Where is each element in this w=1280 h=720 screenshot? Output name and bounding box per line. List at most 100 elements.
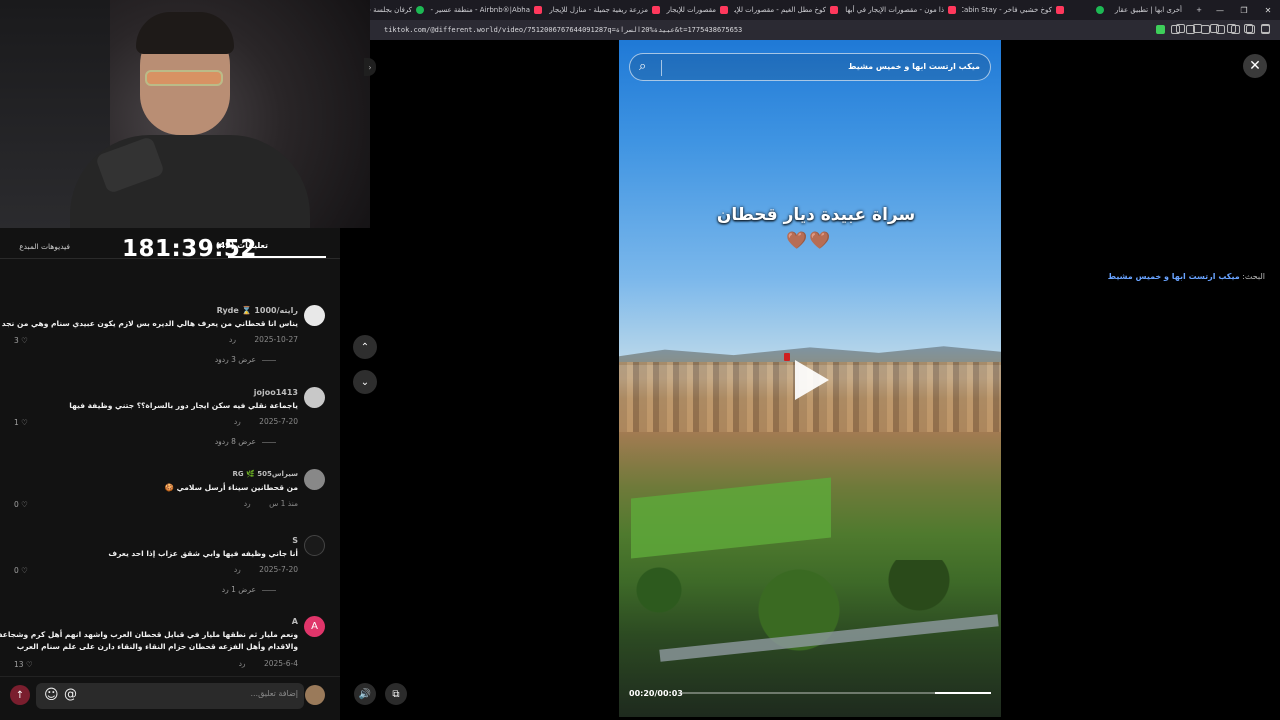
tab-label: Airbnb®|Abha - منطقة عسير - نافة [430,6,530,14]
like-button[interactable]: 1 ♡ [14,418,28,427]
comment-text-line2: والاقدام وأهل الفزعه قحطان حزام النقاء و… [16,642,298,651]
comment-username[interactable]: رايته/1000 ⌛ Ryde [217,306,298,315]
like-button[interactable]: 3 ♡ [14,336,28,345]
browser-tab-strip: كرفان بجلسة خارجية وأجواء ممتعة -Airbnb®… [312,0,1280,20]
video-overlay-title: سراة عبيدة ديار قحطان [716,205,916,225]
tab-label: كوخ خشبي فاخر - Luxury Cabin Stay [962,6,1052,14]
reply-button[interactable]: رد [239,659,246,668]
menu-icon[interactable] [1261,25,1270,34]
search-icon[interactable]: ⌕ [639,59,646,74]
brown-heart-icon: 🤎 [809,231,833,251]
extension-icons [1156,25,1270,34]
send-button[interactable]: ↑ [10,685,30,705]
extension-icon[interactable] [1171,25,1180,34]
tab-favicon-icon [1056,6,1064,14]
video-overlay-hearts: 🤎🤎 [786,231,832,251]
tab-list: كرفان بجلسة خارجية وأجواء ممتعة -Airbnb®… [312,0,1208,20]
comment-username[interactable]: A [292,617,298,626]
like-count: 13 [14,660,24,669]
comment-date: 2025-6-4 [263,659,298,668]
tab-label: أخرى ابها | تطبيق عقار [1114,6,1182,14]
video-search-text: ميكب ارتست ابها و خميس مشيط [848,62,980,71]
reply-button[interactable]: رد [234,417,241,426]
volume-icon[interactable]: 🔊 [354,683,376,705]
view-replies-button[interactable]: عرض 3 ردود [215,355,276,364]
video-progress-bar[interactable] [682,692,991,694]
like-button[interactable]: 0 ♡ [14,500,28,509]
tab-creator-videos[interactable]: فيديوهات المبدع [19,242,70,251]
tab-favicon-icon [948,6,956,14]
search-query-link[interactable]: ميكب ارتست ابها و خميس مشيط [1108,272,1240,281]
sidebar-icon[interactable] [1246,25,1255,34]
avatar[interactable]: A [304,616,325,637]
url-field[interactable]: tiktok.com/@different.world/video/751200… [370,26,790,34]
mouse-cursor [784,353,790,361]
like-count: 3 [14,336,19,345]
reply-button[interactable]: رد [234,565,241,574]
tab-label: كوخ مطل الغيم - مقصورات للإيجار [734,6,826,14]
comment-username[interactable]: jojoo1413 [254,388,298,397]
reply-button[interactable]: رد [229,335,236,344]
restore-icon[interactable]: ❐ [1232,0,1256,20]
next-video-button[interactable]: ⌄ [353,370,377,394]
comment-username[interactable]: S [292,536,298,545]
collapse-panel-icon[interactable]: › [364,58,376,76]
comment-meta: 2025-7-20 رد [234,565,298,574]
heart-icon: ♡ [21,566,28,575]
view-replies-button[interactable]: عرض 1 رد [222,585,276,594]
stream-timer: 181:39:52 [122,236,257,262]
browser-tab[interactable]: مزرعة ريفية جميلة - منازل للإيجار في [548,0,666,20]
comment-text: ونعم مليار ثم نطقها مليار في قبايل قحطان… [0,630,298,639]
emoji-icon[interactable]: ☺ [44,687,59,703]
extension-icon[interactable] [1156,25,1165,34]
avatar[interactable] [304,469,325,490]
avatar[interactable] [304,387,325,408]
comment-username[interactable]: سيراس505 🌿 RG [232,470,298,478]
like-button[interactable]: 0 ♡ [14,566,28,575]
comment-text: ياجماعة نقلي فيه سكن ايجار دور بالسراة؟؟… [69,401,298,410]
tab-favicon-icon [652,6,660,14]
picture-in-picture-icon[interactable]: ⧉ [385,683,407,705]
reply-button[interactable]: رد [244,499,251,508]
close-icon[interactable]: ✕ [1243,54,1267,78]
extension-icon[interactable] [1201,25,1210,34]
play-icon[interactable] [795,360,829,400]
browser-tab[interactable]: كوخ مطل الغيم - مقصورات للإيجار [734,0,844,20]
browser-tab[interactable]: Airbnb®|Abha - منطقة عسير - نافة [430,0,548,20]
browser-tab[interactable]: كوخ خشبي فاخر - Luxury Cabin Stay [962,0,1070,20]
search-prefix: البحث: [1242,272,1265,281]
heart-icon: ♡ [21,418,28,427]
browser-tab[interactable]: ذا مون - مقصورات الإيجار في أبها و [844,0,962,20]
view-replies-button[interactable]: عرض 8 ردود [215,437,276,446]
extension-icon[interactable] [1186,25,1195,34]
window-controls: — ❐ ✕ [1208,0,1280,20]
video-search-bar[interactable]: ⌕ ميكب ارتست ابها و خميس مشيط [629,53,991,81]
search-suggestion[interactable]: البحث: ميكب ارتست ابها و خميس مشيط [1108,272,1265,281]
current-user-avatar [305,685,325,705]
heart-icon: ♡ [21,336,28,345]
extension-icon[interactable] [1216,25,1225,34]
comment-date: منذ 1 س [269,499,298,508]
avatar[interactable] [304,305,325,326]
extension-icon[interactable] [1231,25,1240,34]
comment-text: أنا جاني وظيفه فيها وابي شقق عزاب إذا اح… [108,549,298,558]
comment-date: 2025-7-20 [259,417,298,426]
previous-video-button[interactable]: ⌃ [353,335,377,359]
browser-tab[interactable]: مقصورات للإيجار في [666,0,734,20]
like-count: 0 [14,566,19,575]
close-window-icon[interactable]: ✕ [1256,0,1280,20]
browser-tab[interactable] [1070,0,1110,20]
minimize-icon[interactable]: — [1208,0,1232,20]
tab-label: ذا مون - مقصورات الإيجار في أبها و [844,6,944,14]
search-caret [661,60,662,76]
comment-text: من قحطانين سيناء أرسل سلامي 🍪 [164,483,298,492]
address-bar: tiktok.com/@different.world/video/751200… [370,20,1280,40]
mention-icon[interactable]: @ [64,687,77,702]
like-button[interactable]: 13 ♡ [14,660,33,669]
new-tab-button[interactable]: + [1188,0,1208,20]
browser-tab[interactable]: أخرى ابها | تطبيق عقار [1110,0,1188,20]
avatar[interactable] [304,535,325,556]
like-count: 1 [14,418,19,427]
comment-input[interactable] [98,689,298,698]
streamer-glasses [145,70,223,86]
